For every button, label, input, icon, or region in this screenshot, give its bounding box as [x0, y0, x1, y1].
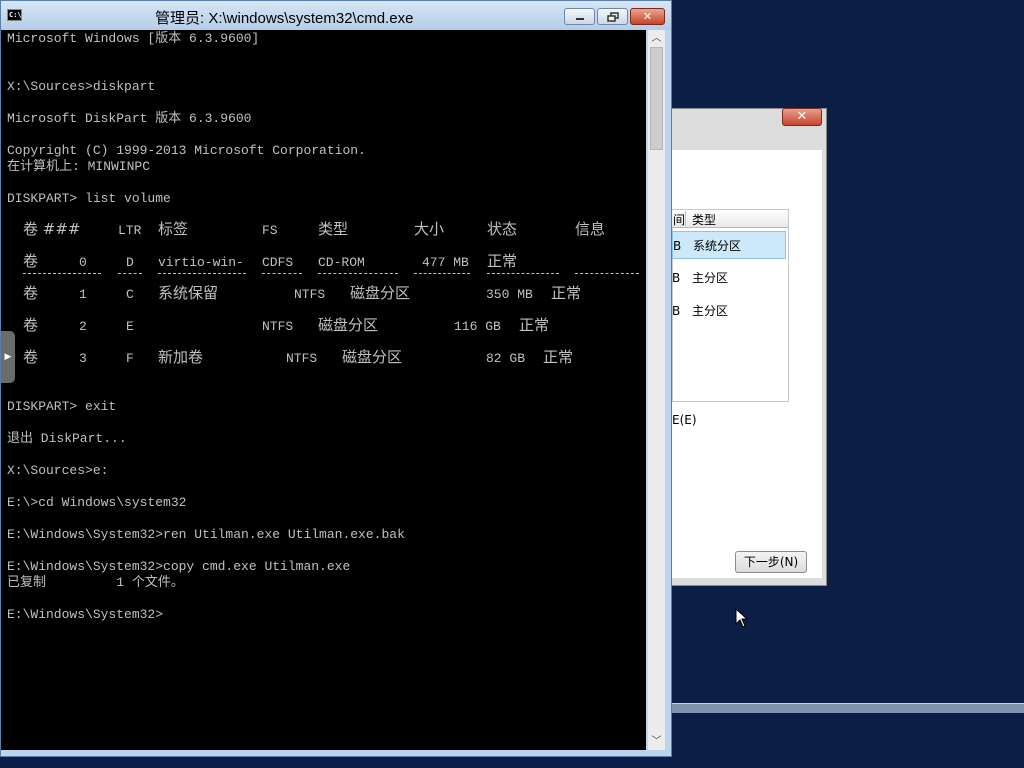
console-line: X:\Sources>e: [7, 463, 109, 478]
partition-type: 主分区 [692, 271, 729, 285]
header-divider [685, 211, 686, 226]
vertical-scrollbar[interactable]: ︿ ﹀ [647, 30, 665, 750]
command-prompt[interactable]: E:\Windows\System32> [7, 607, 163, 623]
console-line: E:\>cd Windows\system32 [7, 495, 187, 510]
setup-progress-strip [672, 703, 1024, 713]
console-line: X:\Sources>diskpart [7, 79, 156, 94]
partition-size: B [672, 271, 681, 285]
next-button[interactable]: 下一步(N) [735, 551, 807, 573]
scroll-down-arrow-icon[interactable]: ﹀ [648, 733, 665, 750]
column-header-status: 状态 [487, 220, 518, 238]
volume-cell: 磁盘分区 [350, 284, 411, 302]
column-divider [318, 273, 398, 275]
volume-cell: NTFS [286, 351, 318, 366]
volume-cell: 2 [79, 319, 87, 334]
volume-cell: 正常 [543, 348, 574, 366]
setup-close-button[interactable]: ✕ [782, 108, 822, 126]
volume-cell: 磁盘分区 [318, 316, 379, 334]
column-divider [158, 273, 246, 275]
mouse-pointer-icon [735, 608, 749, 628]
volume-cell: 0 [79, 255, 87, 270]
console-line: 退出 DiskPart... [7, 431, 127, 446]
partition-row[interactable]: B 主分区 [672, 297, 786, 325]
partition-size: B [673, 239, 682, 253]
console-line: Microsoft DiskPart 版本 6.3.9600 [7, 111, 252, 126]
volume-cell: 正常 [487, 252, 518, 270]
volume-cell: 477 MB [422, 255, 469, 270]
volume-cell: 82 GB [486, 351, 526, 366]
volume-cell: 系统保留 [158, 284, 219, 302]
volume-cell: 350 MB [486, 287, 533, 302]
volume-cell: 116 GB [454, 319, 501, 334]
column-header-type: 类型 [318, 220, 349, 238]
partition-row[interactable]: B 主分区 [672, 264, 786, 292]
maximize-button[interactable] [597, 8, 628, 25]
title-bar[interactable]: C:\ 管理员: X:\windows\system32\cmd.exe ✕ [1, 1, 671, 30]
volume-cell: 正常 [519, 316, 550, 334]
volume-cell: 卷 [23, 252, 39, 270]
minimize-button[interactable] [564, 8, 595, 25]
console-line: E:\Windows\System32>copy cmd.exe Utilman… [7, 559, 351, 574]
volume-cell: virtio-win- [158, 255, 244, 270]
console-output[interactable]: Microsoft Windows [版本 6.3.9600] X:\Sourc… [1, 30, 646, 750]
partition-type: 主分区 [692, 304, 729, 318]
scroll-up-arrow-icon[interactable]: ︿ [648, 30, 665, 47]
console-line: Copyright (C) 1999-2013 Microsoft Corpor… [7, 143, 366, 158]
volume-cell: 卷 [23, 284, 39, 302]
column-divider [262, 273, 302, 275]
column-header-size: 大小 [414, 220, 445, 238]
minimize-icon [575, 18, 584, 20]
scroll-thumb[interactable] [650, 47, 663, 150]
drive-options-link[interactable]: E(E) [672, 413, 697, 427]
column-divider [118, 273, 142, 275]
column-header-volume: 卷 ### [23, 220, 81, 238]
column-divider [575, 273, 639, 275]
column-header-ltr: LTR [118, 223, 142, 238]
volume-cell: CDFS [262, 255, 294, 270]
volume-cell: C [126, 287, 134, 302]
column-header-info: 信息 [575, 220, 606, 238]
header-size-column[interactable]: 间 [673, 211, 685, 228]
volume-cell: E [126, 319, 134, 334]
console-line: DISKPART> list volume [7, 191, 171, 206]
partition-size: B [672, 304, 681, 318]
volume-cell: 3 [79, 351, 87, 366]
column-header-label: 标签 [158, 220, 189, 238]
volume-cell: 卷 [23, 316, 39, 334]
volume-cell: NTFS [294, 287, 326, 302]
volume-cell: 1 [79, 287, 87, 302]
cmd-window: C:\ 管理员: X:\windows\system32\cmd.exe ✕ M… [0, 0, 672, 757]
console-line: E:\Windows\System32>ren Utilman.exe Util… [7, 527, 405, 542]
console-line: 在计算机上: MINWINPC [7, 159, 151, 174]
expand-arrow-icon[interactable]: ▶ [1, 331, 15, 383]
volume-cell: 卷 [23, 348, 39, 366]
cmd-app-icon[interactable]: C:\ [7, 9, 22, 21]
partition-type: 系统分区 [693, 239, 742, 253]
volume-cell: 正常 [551, 284, 582, 302]
console-line: DISKPART> exit [7, 399, 117, 414]
column-header-fs: FS [262, 223, 278, 238]
column-divider [23, 273, 101, 275]
volume-cell: F [126, 351, 134, 366]
volume-cell: 新加卷 [158, 348, 204, 366]
partition-list-header: 间 类型 [672, 210, 788, 228]
column-divider [487, 273, 559, 275]
partition-row[interactable]: B 系统分区 [672, 231, 786, 259]
console-line: 已复制 1 个文件。 [7, 575, 184, 590]
volume-cell: D [126, 255, 134, 270]
window-title: 管理员: X:\windows\system32\cmd.exe [155, 10, 414, 27]
volume-cell: CD-ROM [318, 255, 365, 270]
volume-cell: 磁盘分区 [342, 348, 403, 366]
column-divider [414, 273, 470, 275]
header-type-column[interactable]: 类型 [692, 211, 716, 228]
volume-cell: NTFS [262, 319, 294, 334]
restore-icon [606, 12, 619, 22]
console-line: Microsoft Windows [版本 6.3.9600] [7, 31, 260, 46]
close-button[interactable]: ✕ [630, 8, 665, 25]
